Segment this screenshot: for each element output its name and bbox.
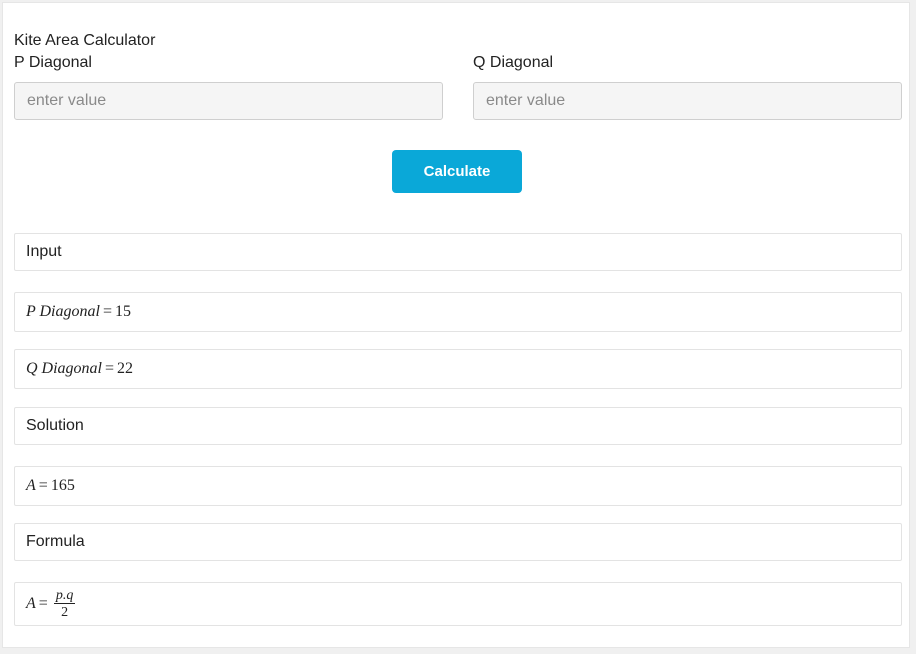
p-diagonal-expression: P Diagonal = 15 (26, 303, 131, 320)
q-diagonal-value: 22 (117, 360, 134, 377)
p-diagonal-variable: P Diagonal (26, 303, 100, 320)
q-diagonal-result-row: Q Diagonal = 22 (14, 349, 902, 389)
area-value: 165 (50, 477, 75, 494)
formula-fraction: p.q 2 (53, 587, 76, 621)
calculator-title: Kite Area Calculator (14, 32, 156, 49)
q-diagonal-input[interactable] (473, 82, 902, 120)
p-diagonal-label: P Diagonal (14, 54, 92, 71)
area-variable: A (26, 477, 36, 494)
solution-result-row: A = 165 (14, 466, 902, 506)
input-heading: Input (26, 243, 62, 260)
q-diagonal-label: Q Diagonal (473, 54, 554, 71)
p-diagonal-input[interactable] (14, 82, 443, 120)
p-diagonal-value: 15 (114, 303, 131, 320)
q-diagonal-expression: Q Diagonal = 22 (26, 360, 134, 377)
formula-row: A = p.q 2 (14, 582, 902, 626)
formula-denominator: 2 (61, 604, 69, 620)
calculate-button[interactable]: Calculate (392, 150, 522, 193)
calculator-card: Kite Area Calculator P Diagonal Q Diagon… (2, 2, 910, 648)
q-diagonal-variable: Q Diagonal (26, 360, 102, 377)
formula-heading: Formula (26, 533, 85, 550)
formula-expression: A = p.q 2 (26, 587, 76, 621)
formula-numerator: p.q (53, 587, 76, 604)
formula-heading-box: Formula (14, 523, 902, 561)
area-expression: A = 165 (26, 477, 75, 494)
solution-heading: Solution (26, 417, 84, 434)
input-heading-box: Input (14, 233, 902, 271)
p-diagonal-result-row: P Diagonal = 15 (14, 292, 902, 332)
formula-variable: A (26, 594, 36, 612)
solution-heading-box: Solution (14, 407, 902, 445)
